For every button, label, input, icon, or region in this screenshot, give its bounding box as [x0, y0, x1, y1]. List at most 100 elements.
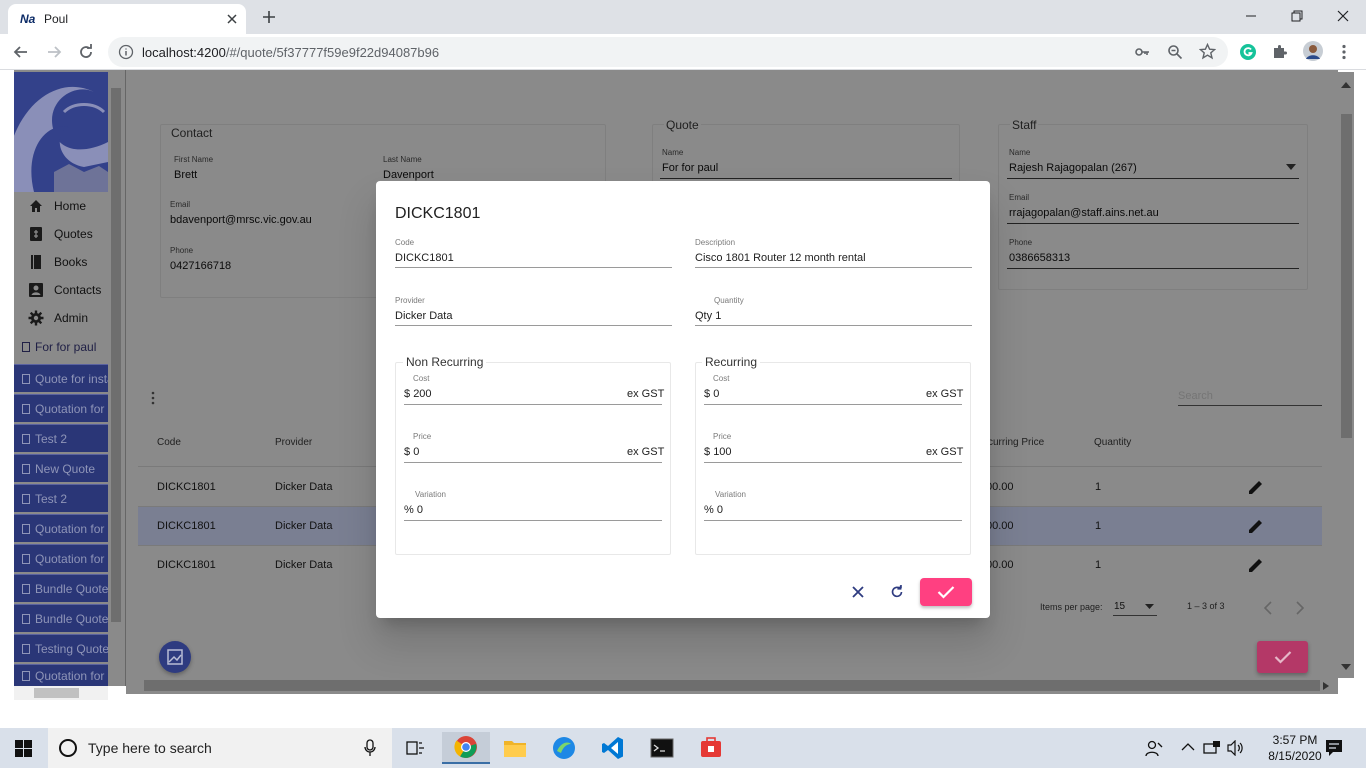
vscode-taskbar-icon[interactable] [589, 732, 637, 764]
zoom-icon[interactable] [1167, 44, 1183, 60]
staff-email-field[interactable]: rrajagopalan@staff.ains.net.au [1009, 207, 1159, 219]
edit-pencil-icon[interactable] [1248, 479, 1264, 495]
quote-link[interactable]: Bundle Quote [14, 574, 108, 602]
scrollbar-thumb[interactable] [111, 88, 121, 622]
back-icon[interactable] [12, 43, 30, 61]
windows-start-icon[interactable] [15, 740, 32, 757]
quote-link[interactable]: Quotation for c [14, 514, 108, 542]
quote-link[interactable]: Test 2 [14, 424, 108, 452]
browser-tab[interactable]: Na Poul [8, 4, 246, 34]
provider-input[interactable]: Dicker Data [395, 310, 452, 322]
minimize-window-icon[interactable] [1228, 0, 1274, 32]
code-input[interactable]: DICKC1801 [395, 252, 454, 264]
edit-pencil-icon[interactable] [1248, 557, 1264, 573]
extensions-puzzle-icon[interactable] [1271, 43, 1289, 61]
description-input[interactable]: Cisco 1801 Router 12 month rental [695, 252, 866, 264]
scrollbar-thumb[interactable] [1341, 114, 1352, 438]
previous-page-icon[interactable] [1263, 601, 1273, 615]
items-per-page-select[interactable]: 15 [1113, 596, 1157, 616]
quote-link[interactable]: New Quote [14, 454, 108, 482]
column-header-recurring-price[interactable]: curring Price [988, 437, 1044, 448]
sidebar-item-contacts[interactable]: Contacts [14, 277, 108, 303]
column-header-quantity[interactable]: Quantity [1094, 437, 1131, 448]
grammarly-extension-icon[interactable] [1239, 43, 1257, 61]
close-window-icon[interactable] [1320, 0, 1366, 32]
sidebar-item-books[interactable]: Books [14, 249, 108, 275]
sidebar-item-home[interactable]: Home [14, 193, 108, 219]
sidebar-item-admin[interactable]: Admin [14, 305, 108, 331]
reset-button[interactable] [888, 583, 906, 601]
new-tab-icon[interactable] [260, 8, 278, 26]
sidebar-item-quotes[interactable]: Quotes [14, 221, 108, 247]
scroll-right-icon[interactable] [1323, 682, 1329, 690]
task-view-icon[interactable] [392, 732, 440, 764]
last-name-field[interactable]: Davenport [383, 169, 434, 181]
sidebar-scrollbar[interactable] [108, 72, 124, 682]
close-tab-icon[interactable] [224, 11, 240, 27]
sidebar-hscrollbar[interactable] [14, 686, 108, 700]
app-taskbar-icon[interactable] [540, 732, 588, 764]
quote-link[interactable]: Quotation for c [14, 394, 108, 422]
profile-avatar[interactable] [1303, 41, 1323, 61]
phone-field[interactable]: 0427166718 [170, 260, 231, 272]
save-quote-button[interactable] [1257, 641, 1308, 673]
toolbox-taskbar-icon[interactable] [687, 732, 735, 764]
scroll-down-icon[interactable] [1341, 664, 1351, 670]
quote-link[interactable]: Test 2 [14, 484, 108, 512]
nr-price-input[interactable]: $ 0 [404, 446, 419, 458]
quote-link[interactable]: Bundle Quote [14, 604, 108, 632]
forward-icon[interactable] [45, 43, 63, 61]
file-explorer-icon[interactable] [491, 732, 539, 764]
chrome-taskbar-icon[interactable] [442, 732, 490, 764]
table-search-input[interactable] [1178, 386, 1322, 406]
quote-link[interactable]: Testing Quote [14, 634, 108, 662]
drag-handle-icon[interactable] [150, 390, 156, 406]
bookmark-star-icon[interactable] [1199, 43, 1216, 60]
network-icon[interactable] [1203, 740, 1221, 756]
nr-variation-input[interactable]: % 0 [404, 504, 423, 516]
browser-menu-icon[interactable] [1335, 43, 1353, 61]
quote-name-field[interactable]: For for paul [662, 162, 718, 174]
address-bar[interactable]: localhost:4200/#/quote/5f37777f59e9f22d9… [108, 37, 1228, 67]
cancel-button[interactable] [849, 583, 867, 601]
quote-link-active[interactable]: For for paul [14, 333, 100, 361]
document-icon [22, 553, 30, 564]
horizontal-scrollbar[interactable] [126, 678, 1338, 694]
scrollbar-thumb[interactable] [34, 688, 79, 698]
scrollbar-thumb[interactable] [144, 680, 1320, 691]
fab-image-button[interactable] [159, 641, 191, 673]
people-icon[interactable] [1145, 739, 1163, 757]
staff-phone-field[interactable]: 0386658313 [1009, 252, 1070, 264]
quote-link[interactable]: Quote for insta [14, 364, 108, 392]
password-key-icon[interactable] [1134, 44, 1150, 60]
show-hidden-icons-chevron-icon[interactable] [1181, 742, 1195, 752]
email-field[interactable]: bdavenport@mrsc.vic.gov.au [170, 214, 312, 226]
dropdown-arrow-icon[interactable] [1286, 164, 1296, 170]
taskbar-search-box[interactable]: Type here to search [48, 728, 392, 768]
scroll-up-icon[interactable] [1341, 82, 1351, 88]
notification-center-icon[interactable] [1325, 739, 1343, 757]
taskbar-clock-time[interactable]: 3:57 PM [1260, 733, 1330, 747]
confirm-button[interactable] [920, 578, 972, 606]
nr-cost-input[interactable]: $ 200 [404, 388, 432, 400]
terminal-taskbar-icon[interactable] [638, 732, 686, 764]
taskbar-clock-date[interactable]: 8/15/2020 [1260, 749, 1330, 763]
microphone-icon[interactable] [364, 739, 376, 757]
quantity-input[interactable]: Qty 1 [695, 310, 721, 322]
next-page-icon[interactable] [1295, 601, 1305, 615]
staff-name-select[interactable]: Rajesh Rajagopalan (267) [1009, 162, 1137, 174]
site-info-icon[interactable] [118, 44, 134, 60]
volume-icon[interactable] [1227, 740, 1245, 756]
column-header-provider[interactable]: Provider [275, 437, 312, 448]
page-scrollbar[interactable] [1338, 72, 1354, 678]
quote-link[interactable]: Quotation for c [14, 664, 108, 686]
edit-pencil-icon[interactable] [1248, 518, 1264, 534]
r-cost-input[interactable]: $ 0 [704, 388, 719, 400]
quote-link[interactable]: Quotation for c [14, 544, 108, 572]
first-name-field[interactable]: Brett [174, 169, 197, 181]
r-variation-input[interactable]: % 0 [704, 504, 723, 516]
column-header-code[interactable]: Code [157, 437, 181, 448]
restore-window-icon[interactable] [1274, 0, 1320, 32]
reload-icon[interactable] [77, 43, 95, 61]
r-price-input[interactable]: $ 100 [704, 446, 732, 458]
